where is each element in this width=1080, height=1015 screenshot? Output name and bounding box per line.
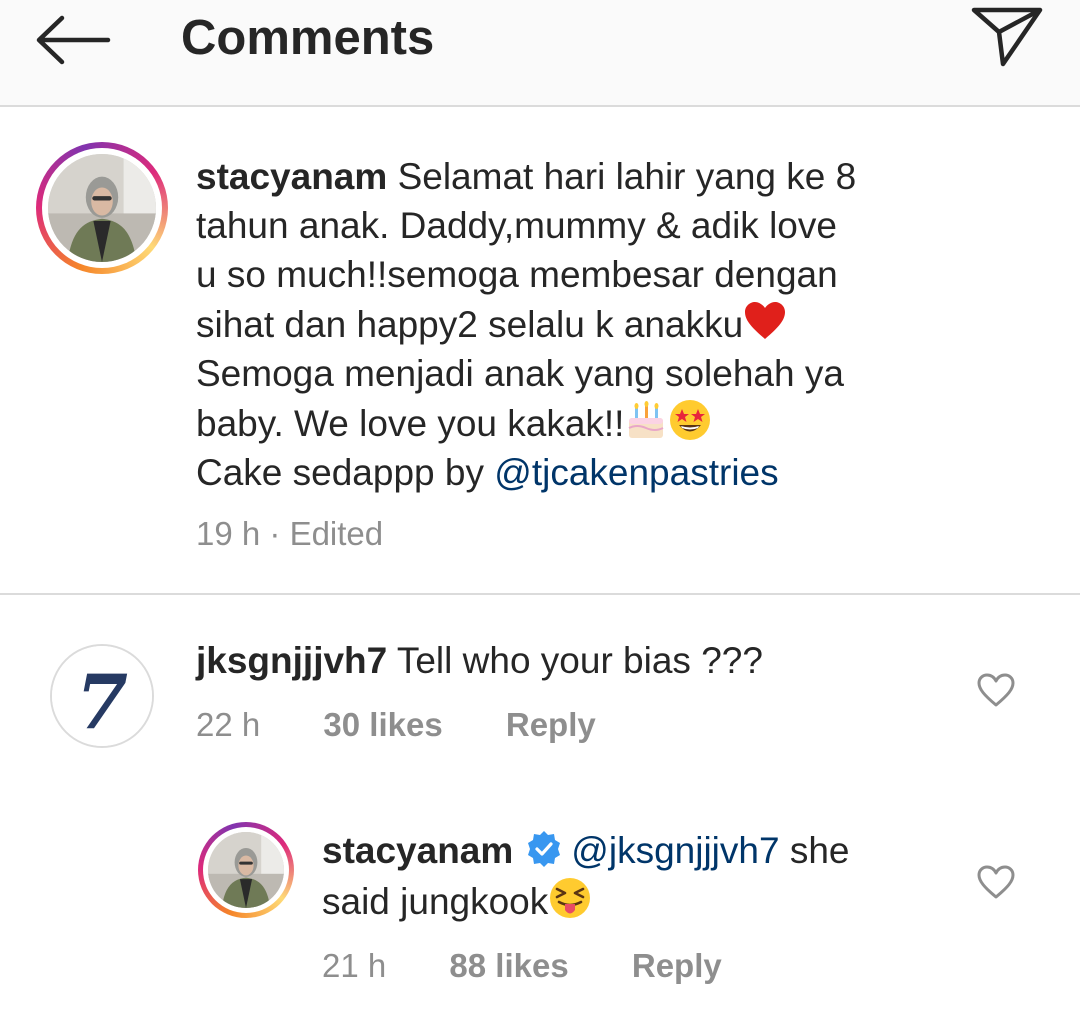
heart-outline-icon <box>977 865 1015 899</box>
comment-body: jksgnjjjvh7 Tell who your bias ??? <box>196 636 763 685</box>
caption-text: stacyanam Selamat hari lahir yang ke 8 t… <box>196 152 956 497</box>
paper-plane-icon <box>971 7 1043 67</box>
reply-button[interactable]: Reply <box>506 706 596 743</box>
reply-text: she <box>779 830 850 871</box>
comment-timestamp: 22 h <box>196 706 261 743</box>
page-title: Comments <box>181 11 435 65</box>
heart-outline-icon <box>977 673 1015 707</box>
meta-separator: · <box>260 515 290 552</box>
birthday-cake-emoji <box>624 398 668 442</box>
like-button[interactable] <box>976 672 1016 708</box>
caption-username[interactable]: stacyanam <box>196 156 387 197</box>
reply-body-line2: said jungkook <box>322 876 592 926</box>
comment-username[interactable]: jksgnjjjvh7 <box>196 640 387 681</box>
reply-timestamp: 21 h <box>322 947 387 984</box>
caption-divider <box>0 593 1080 595</box>
likes-count[interactable]: 88 likes <box>449 947 568 984</box>
edited-label: Edited <box>289 515 384 552</box>
reply-text: said jungkook <box>322 881 549 922</box>
squinting-tongue-emoji <box>548 876 592 920</box>
profile-photo <box>48 154 156 262</box>
caption-line: u so much!!semoga membesar dengan <box>196 254 838 295</box>
comment-meta: 22 h 30 likes Reply <box>196 703 596 747</box>
profile-photo <box>208 832 284 908</box>
verified-badge-icon <box>525 830 563 868</box>
reply-meta: 21 h 88 likes Reply <box>322 944 722 988</box>
reply-avatar[interactable] <box>198 822 294 918</box>
star-struck-emoji <box>668 398 712 442</box>
caption-meta: 19 h · Edited <box>196 512 383 556</box>
share-button[interactable] <box>966 2 1046 72</box>
reply-mention-link[interactable]: @jksgnjjjvh7 <box>571 830 779 871</box>
caption-line: tahun anak. Daddy,mummy & adik love <box>196 205 837 246</box>
caption-line: Cake sedappp by <box>196 452 495 493</box>
back-button[interactable] <box>30 8 114 68</box>
arrow-left-icon <box>36 15 111 65</box>
comment-text: Tell who your bias ??? <box>387 640 763 681</box>
reply-body: stacyanam @jksgnjjjvh7 she <box>322 826 850 875</box>
caption-line: sihat dan happy2 selalu k anakku <box>196 304 744 345</box>
caption-line: baby. We love you kakak!! <box>196 403 625 444</box>
reply-button[interactable]: Reply <box>632 947 722 984</box>
reply-username[interactable]: stacyanam <box>322 830 513 871</box>
caption-avatar[interactable] <box>36 142 168 274</box>
like-button[interactable] <box>976 864 1016 900</box>
caption-mention-link[interactable]: @tjcakenpastries <box>494 452 778 493</box>
caption-line: Semoga menjadi anak yang solehah ya <box>196 353 844 394</box>
red-heart-emoji <box>743 299 787 343</box>
comment-avatar[interactable]: 7 <box>50 644 154 748</box>
caption-timestamp: 19 h <box>196 515 261 552</box>
caption-line: Selamat hari lahir yang ke 8 <box>397 156 857 197</box>
top-bar: Comments <box>0 0 1080 107</box>
avatar-number: 7 <box>76 659 128 746</box>
likes-count[interactable]: 30 likes <box>323 706 442 743</box>
